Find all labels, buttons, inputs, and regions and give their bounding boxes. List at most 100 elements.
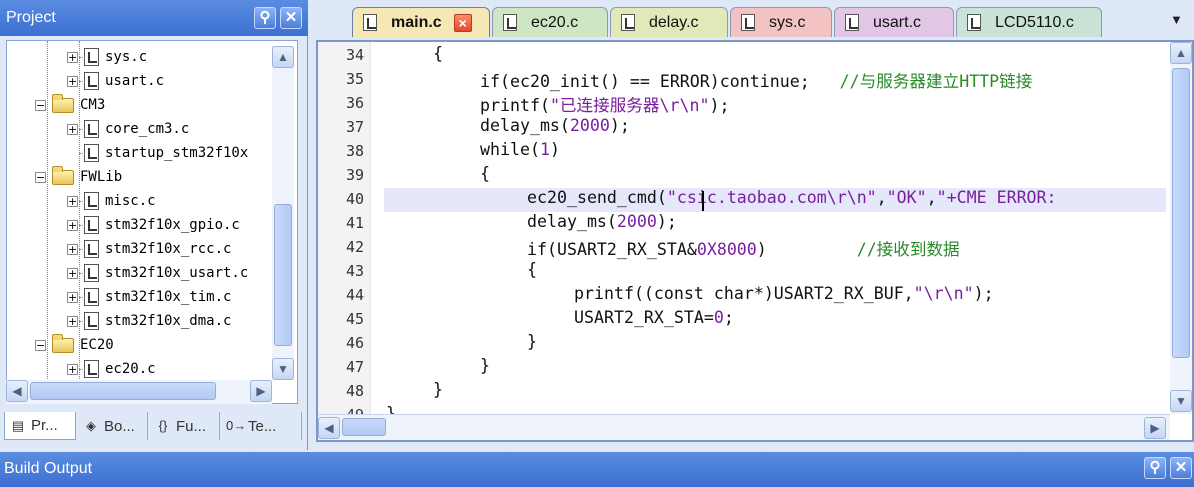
source-file-icon: [84, 120, 99, 138]
code-line[interactable]: while(1): [480, 140, 560, 159]
panel-tab-bo[interactable]: ◈ Bo...: [78, 412, 148, 440]
pin-icon[interactable]: ⚲: [254, 7, 276, 29]
pin-icon[interactable]: ⚲: [1144, 457, 1166, 479]
tree-file[interactable]: + core_cm3.c: [67, 117, 189, 141]
books-icon: ◈: [86, 418, 96, 433]
tree-file[interactable]: startup_stm32f10x: [67, 141, 248, 165]
tab-list-dropdown-icon[interactable]: ▼: [1170, 12, 1183, 27]
collapse-icon[interactable]: −: [35, 171, 46, 183]
tree-hscroll-thumb[interactable]: [30, 382, 216, 400]
code-line[interactable]: printf("已连接服务器\r\n");: [480, 92, 729, 116]
expand-icon[interactable]: +: [67, 363, 78, 375]
line-number: 37: [345, 118, 364, 136]
expand-icon[interactable]: +: [67, 51, 78, 63]
scroll-down-icon[interactable]: ▼: [1170, 390, 1192, 412]
file-tab-lcd5110-c[interactable]: LCD5110.c: [956, 7, 1102, 37]
collapse-icon[interactable]: −: [35, 99, 46, 111]
tree-file[interactable]: + stm32f10x_tim.c: [67, 285, 231, 309]
code-line[interactable]: {: [433, 44, 443, 63]
code-hscroll-thumb[interactable]: [342, 418, 386, 436]
scroll-right-icon[interactable]: ▶: [1144, 417, 1166, 439]
expand-icon[interactable]: +: [67, 219, 78, 231]
tree-file[interactable]: + stm32f10x_usart.c: [67, 261, 248, 285]
close-icon[interactable]: ✕: [1170, 457, 1192, 479]
scroll-up-icon[interactable]: ▲: [1170, 42, 1192, 64]
code-line[interactable]: ec20_send_cmd("csic.taobao.com\r\n","OK"…: [527, 188, 1057, 207]
close-tab-icon[interactable]: ×: [453, 13, 472, 32]
tree-folder[interactable]: − CM3: [35, 93, 105, 117]
file-tab-label: ec20.c: [531, 13, 579, 31]
panel-tab-label: Fu...: [176, 417, 207, 435]
expand-icon[interactable]: +: [67, 195, 78, 207]
close-icon[interactable]: ✕: [280, 7, 302, 29]
file-tab-delay-c[interactable]: delay.c: [610, 7, 728, 37]
file-tabbar: main.c × ec20.c delay.c sys.c usart.c LCD5110.…: [312, 0, 1194, 40]
build-output-title: Build Output: [4, 460, 93, 477]
code-line[interactable]: }: [433, 380, 443, 399]
templates-icon: 0→: [226, 418, 247, 433]
code-line[interactable]: {: [527, 260, 537, 279]
code-vertical-scrollbar[interactable]: ▲ ▼: [1170, 42, 1192, 414]
code-line[interactable]: }: [480, 356, 490, 375]
scroll-left-icon[interactable]: ◀: [318, 417, 340, 439]
functions-icon: {}: [158, 418, 168, 433]
tree-scroll-thumb[interactable]: [274, 204, 292, 346]
folder-icon: [52, 93, 74, 113]
project-title: Project: [6, 9, 56, 26]
collapse-icon[interactable]: −: [35, 339, 46, 351]
panel-tab-pr[interactable]: ▤ Pr...: [4, 412, 76, 440]
source-file-icon: [845, 14, 859, 31]
scroll-up-icon[interactable]: ▲: [272, 46, 294, 68]
line-number-gutter: 34353637383940414243444546474849: [318, 42, 370, 424]
expand-icon[interactable]: +: [67, 291, 78, 303]
expand-icon[interactable]: +: [67, 123, 78, 135]
tree-horizontal-scrollbar[interactable]: ◀ ▶: [6, 380, 272, 404]
tree-file[interactable]: + stm32f10x_rcc.c: [67, 237, 231, 261]
scroll-right-icon[interactable]: ▶: [250, 380, 272, 402]
scroll-left-icon[interactable]: ◀: [6, 380, 28, 402]
expand-icon[interactable]: +: [67, 267, 78, 279]
code-line[interactable]: delay_ms(2000);: [480, 116, 630, 135]
source-file-icon: [84, 360, 99, 378]
expand-icon[interactable]: +: [67, 315, 78, 327]
code-line[interactable]: }: [527, 332, 537, 351]
code-line[interactable]: if(USART2_RX_STA&0X8000) //接收到数据: [527, 236, 960, 260]
expand-icon[interactable]: +: [67, 243, 78, 255]
source-file-icon: [967, 14, 981, 31]
line-number: 44: [345, 286, 364, 304]
line-number: 45: [345, 310, 364, 328]
editor: main.c × ec20.c delay.c sys.c usart.c LCD5110.…: [312, 0, 1194, 450]
file-tab-usart-c[interactable]: usart.c: [834, 7, 954, 37]
code-line[interactable]: printf((const char*)USART2_RX_BUF,"\r\n"…: [574, 284, 994, 303]
code-line[interactable]: if(ec20_init() == ERROR)continue; //与服务器…: [480, 68, 1032, 92]
source-file-icon: [741, 14, 755, 31]
folder-icon: [52, 165, 74, 185]
code-scroll-thumb[interactable]: [1172, 68, 1190, 358]
project-icon: ▤: [11, 417, 25, 433]
file-tab-sys-c[interactable]: sys.c: [730, 7, 832, 37]
file-tab-label: usart.c: [873, 13, 922, 31]
code-line[interactable]: USART2_RX_STA=0;: [574, 308, 734, 327]
tree-item-label: CM3: [80, 97, 106, 113]
panel-tab-fu[interactable]: {} Fu...: [150, 412, 220, 440]
source-file-icon: [84, 144, 99, 162]
project-tree[interactable]: + sys.c + usart.c − CM3 + core_cm3.c startup_stm…: [6, 40, 298, 404]
code-horizontal-scrollbar[interactable]: ◀ ▶: [318, 414, 1170, 440]
code-editor[interactable]: 34353637383940414243444546474849 {if(ec2…: [316, 40, 1194, 442]
panel-tab-te[interactable]: 0→ Te...: [222, 412, 302, 440]
file-tab-label: sys.c: [769, 13, 806, 31]
expand-icon[interactable]: +: [67, 75, 78, 87]
file-tab-main-c[interactable]: main.c ×: [352, 7, 490, 37]
tree-item-label: EC20: [80, 337, 114, 353]
file-tab-ec20-c[interactable]: ec20.c: [492, 7, 608, 37]
panel-tab-label: Pr...: [31, 417, 58, 434]
line-number: 40: [345, 190, 364, 208]
tree-vertical-scrollbar[interactable]: ▲ ▼: [272, 46, 294, 380]
tree-file[interactable]: + stm32f10x_gpio.c: [67, 213, 240, 237]
scroll-down-icon[interactable]: ▼: [272, 358, 294, 380]
tree-file[interactable]: + stm32f10x_dma.c: [67, 309, 231, 333]
tree-item-label: misc.c: [105, 193, 156, 209]
code-line[interactable]: delay_ms(2000);: [527, 212, 677, 231]
code-line[interactable]: {: [480, 164, 490, 183]
fold-margin: [370, 42, 384, 414]
